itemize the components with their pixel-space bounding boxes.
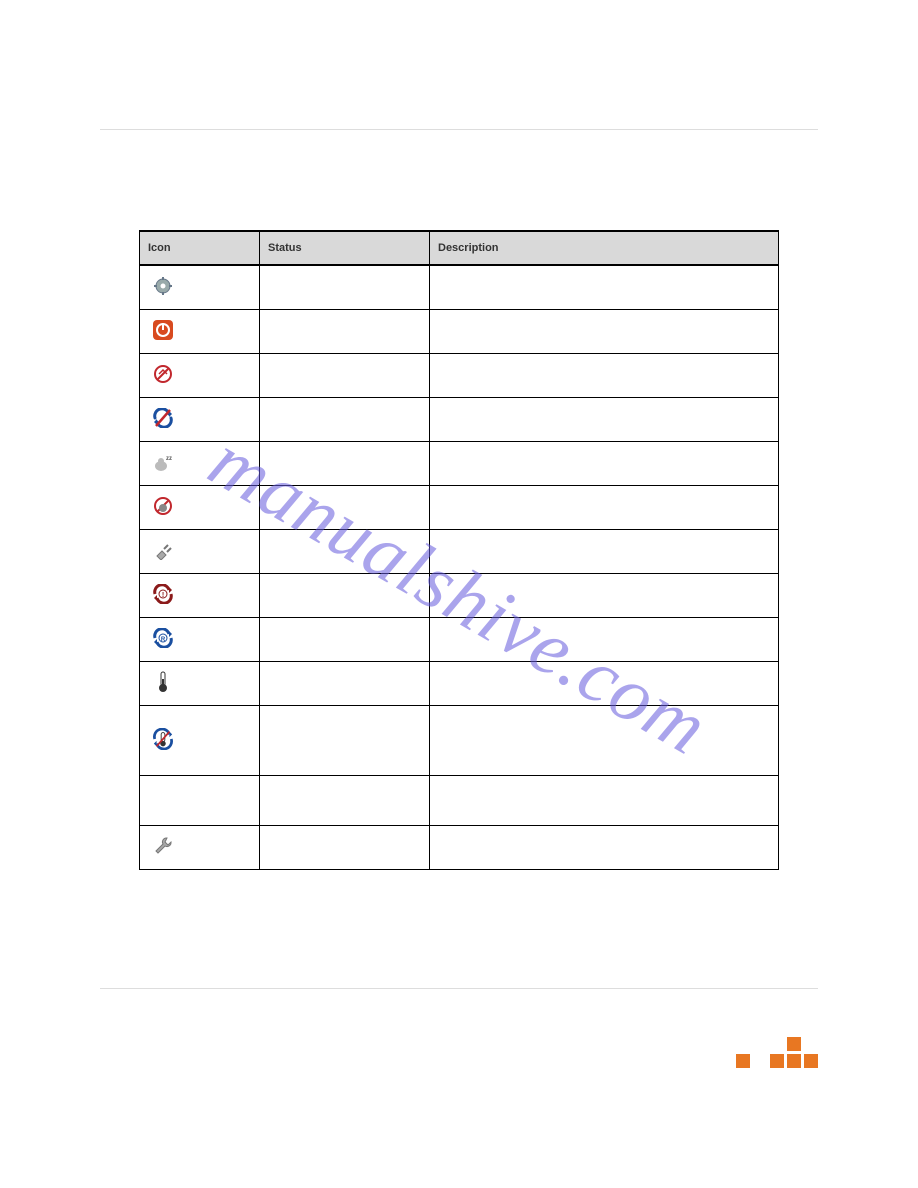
status-cell xyxy=(260,265,430,309)
status-icon-table: Icon Status Description zz! R xyxy=(139,230,779,870)
status-cell xyxy=(260,775,430,825)
icon-cell xyxy=(140,661,260,705)
status-cell xyxy=(260,485,430,529)
refresh-alert-icon: ! xyxy=(152,583,174,605)
table-row xyxy=(140,705,779,775)
gear-icon xyxy=(152,275,174,297)
footer-rule xyxy=(100,988,818,1048)
table-row xyxy=(140,661,779,705)
footer-logo xyxy=(736,1037,818,1068)
power-icon xyxy=(152,319,174,341)
wrench-icon xyxy=(152,835,174,857)
table-row xyxy=(140,309,779,353)
table-row: R xyxy=(140,617,779,661)
description-cell xyxy=(430,441,779,485)
icon-cell xyxy=(140,485,260,529)
table-row xyxy=(140,265,779,309)
icon-cell xyxy=(140,825,260,869)
svg-text:!: ! xyxy=(162,592,164,599)
thermometer-icon xyxy=(152,671,174,693)
table-row xyxy=(140,775,779,825)
col-header-status: Status xyxy=(260,231,430,265)
table-row: ! xyxy=(140,573,779,617)
status-cell xyxy=(260,309,430,353)
icon-cell xyxy=(140,397,260,441)
refresh-r-icon: R xyxy=(152,627,174,649)
icon-cell xyxy=(140,529,260,573)
no-gauge-icon xyxy=(152,495,174,517)
table-row xyxy=(140,353,779,397)
icon-cell: zz xyxy=(140,441,260,485)
svg-text:R: R xyxy=(161,637,166,643)
icon-cell xyxy=(140,309,260,353)
status-cell xyxy=(260,353,430,397)
description-cell xyxy=(430,661,779,705)
icon-cell: R xyxy=(140,617,260,661)
plug-icon xyxy=(152,540,174,562)
description-cell xyxy=(430,705,779,775)
col-header-description: Description xyxy=(430,231,779,265)
sync-disabled-icon xyxy=(152,407,174,429)
status-cell xyxy=(260,825,430,869)
icon-cell xyxy=(140,353,260,397)
sync-thermometer-icon xyxy=(152,728,174,750)
description-cell xyxy=(430,617,779,661)
table-header-row: Icon Status Description xyxy=(140,231,779,265)
sleep-icon: zz xyxy=(152,452,174,474)
header-rule xyxy=(100,70,818,130)
status-cell xyxy=(260,573,430,617)
col-header-icon: Icon xyxy=(140,231,260,265)
description-cell xyxy=(430,529,779,573)
description-cell xyxy=(430,397,779,441)
section-spacer xyxy=(100,160,818,230)
status-cell xyxy=(260,441,430,485)
description-cell xyxy=(430,309,779,353)
svg-text:zz: zz xyxy=(166,456,172,462)
icon-cell xyxy=(140,265,260,309)
table-row xyxy=(140,529,779,573)
no-connection-icon xyxy=(152,363,174,385)
table-row xyxy=(140,485,779,529)
description-cell xyxy=(430,825,779,869)
table-row xyxy=(140,397,779,441)
icon-cell xyxy=(140,775,260,825)
description-cell xyxy=(430,573,779,617)
description-cell xyxy=(430,265,779,309)
status-cell xyxy=(260,397,430,441)
description-cell xyxy=(430,775,779,825)
description-cell xyxy=(430,485,779,529)
icon-cell xyxy=(140,705,260,775)
status-cell xyxy=(260,529,430,573)
description-cell xyxy=(430,353,779,397)
page-content: Icon Status Description zz! R xyxy=(0,0,918,870)
icon-cell: ! xyxy=(140,573,260,617)
status-cell xyxy=(260,661,430,705)
table-row xyxy=(140,825,779,869)
table-row: zz xyxy=(140,441,779,485)
status-cell xyxy=(260,617,430,661)
status-cell xyxy=(260,705,430,775)
